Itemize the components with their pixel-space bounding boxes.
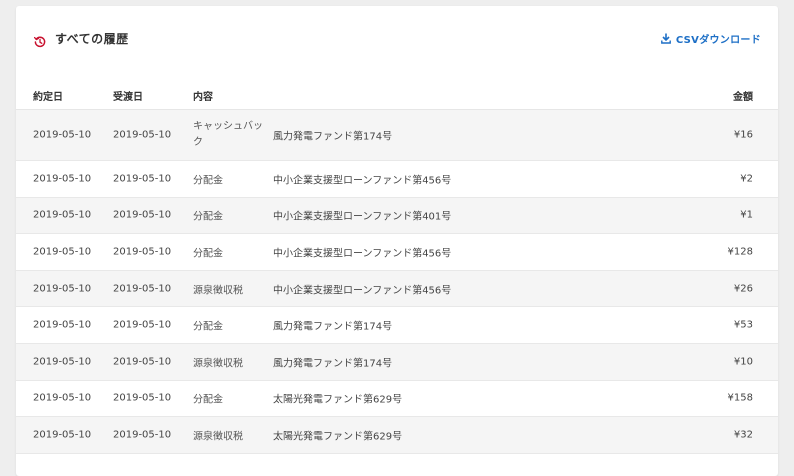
table-row: 2019-05-10 2019-05-10 分配金 中小企業支援型ローンファンド… <box>16 197 778 235</box>
receive-date-cell: 2019-05-10 <box>113 319 172 331</box>
amount-cell: ¥26 <box>733 283 753 295</box>
amount-cell: ¥10 <box>733 356 753 368</box>
table-row: 2019-05-10 2019-05-10 キャッシュバック 風力発電ファンド第… <box>16 110 778 161</box>
amount-cell: ¥16 <box>733 129 753 141</box>
page-title: すべての履歴 <box>55 32 129 46</box>
receive-date-cell: 2019-05-10 <box>113 209 172 221</box>
type-cell: 源泉徴収税 <box>193 285 243 297</box>
contract-date-cell: 2019-05-10 <box>33 246 92 258</box>
fund-cell: 太陽光発電ファンド第629号 <box>273 431 403 443</box>
receive-date-cell: 2019-05-10 <box>113 283 172 295</box>
contract-date-cell: 2019-05-10 <box>33 209 92 221</box>
column-header-receive-date: 受渡日 <box>113 92 143 103</box>
table-row: 2019-05-10 2019-05-10 分配金 中小企業支援型ローンファンド… <box>16 234 778 271</box>
amount-cell: ¥128 <box>727 246 753 258</box>
table-row: 2019-05-10 2019-05-10 分配金 中小企業支援型ローンファンド… <box>16 161 778 198</box>
type-cell: 分配金 <box>193 211 223 223</box>
fund-cell: 中小企業支援型ローンファンド第401号 <box>273 211 452 223</box>
fund-cell: 風力発電ファンド第174号 <box>273 321 393 333</box>
csv-download-button[interactable]: CSVダウンロード <box>660 31 761 46</box>
amount-cell: ¥1 <box>740 209 753 221</box>
contract-date-cell: 2019-05-10 <box>33 392 92 404</box>
table-row: 2019-05-10 2019-05-10 源泉徴収税 中小企業支援型ローンファ… <box>16 270 778 308</box>
type-cell: 分配金 <box>193 248 223 260</box>
fund-cell: 中小企業支援型ローンファンド第456号 <box>273 285 452 297</box>
type-cell: キャッシュバック <box>193 121 263 148</box>
fund-cell: 風力発電ファンド第174号 <box>273 358 393 370</box>
csv-download-label: CSVダウンロード <box>675 35 761 46</box>
fund-cell: 中小企業支援型ローンファンド第456号 <box>273 175 452 187</box>
table-header: 約定日 受渡日 内容 金額 <box>16 70 778 110</box>
fund-cell: 風力発電ファンド第174号 <box>273 131 393 143</box>
amount-cell: ¥158 <box>727 392 753 404</box>
table-row: 2019-05-10 2019-05-10 分配金 風力発電ファンド第174号 … <box>16 307 778 344</box>
fund-cell: 太陽光発電ファンド第629号 <box>273 394 403 406</box>
card-header: すべての履歴 CSVダウンロード <box>16 6 778 70</box>
contract-date-cell: 2019-05-10 <box>33 319 92 331</box>
download-icon <box>660 33 671 44</box>
contract-date-cell: 2019-05-10 <box>33 283 92 295</box>
history-table-body: 2019-05-10 2019-05-10 キャッシュバック 風力発電ファンド第… <box>16 110 778 454</box>
receive-date-cell: 2019-05-10 <box>113 429 172 441</box>
amount-cell: ¥53 <box>733 319 753 331</box>
history-icon <box>33 33 46 47</box>
fund-cell: 中小企業支援型ローンファンド第456号 <box>273 248 452 260</box>
receive-date-cell: 2019-05-10 <box>113 246 172 258</box>
receive-date-cell: 2019-05-10 <box>113 356 172 368</box>
history-card: すべての履歴 CSVダウンロード 約定日 受渡日 内容 金額 2019-05-1… <box>16 6 778 476</box>
receive-date-cell: 2019-05-10 <box>113 392 172 404</box>
receive-date-cell: 2019-05-10 <box>113 173 172 185</box>
type-cell: 源泉徴収税 <box>193 431 243 443</box>
table-row: 2019-05-10 2019-05-10 源泉徴収税 太陽光発電ファンド第62… <box>16 417 778 454</box>
table-row: 2019-05-10 2019-05-10 源泉徴収税 風力発電ファンド第174… <box>16 343 778 381</box>
column-header-amount: 金額 <box>733 92 753 103</box>
amount-cell: ¥2 <box>740 173 753 185</box>
type-cell: 分配金 <box>193 394 223 406</box>
contract-date-cell: 2019-05-10 <box>33 356 92 368</box>
contract-date-cell: 2019-05-10 <box>33 429 92 441</box>
contract-date-cell: 2019-05-10 <box>33 173 92 185</box>
column-header-content: 内容 <box>193 92 213 103</box>
type-cell: 分配金 <box>193 321 223 333</box>
table-row: 2019-05-10 2019-05-10 分配金 太陽光発電ファンド第629号… <box>16 381 778 418</box>
receive-date-cell: 2019-05-10 <box>113 129 172 141</box>
contract-date-cell: 2019-05-10 <box>33 129 92 141</box>
amount-cell: ¥32 <box>733 429 753 441</box>
type-cell: 源泉徴収税 <box>193 358 243 370</box>
column-header-contract-date: 約定日 <box>33 92 63 103</box>
type-cell: 分配金 <box>193 175 223 187</box>
title-wrap: すべての履歴 <box>33 30 129 47</box>
